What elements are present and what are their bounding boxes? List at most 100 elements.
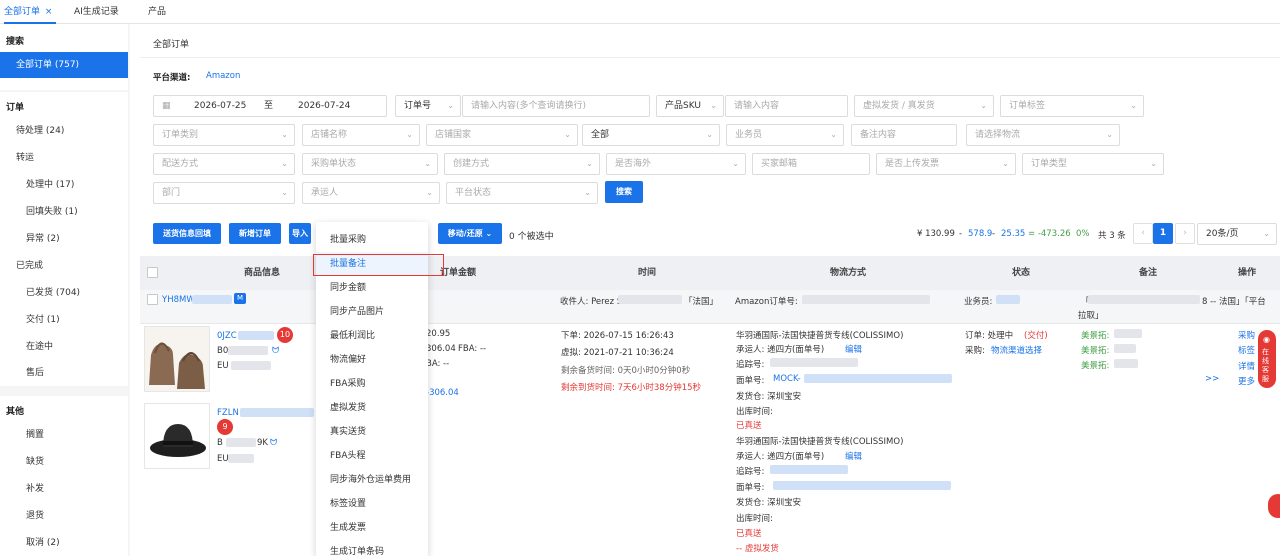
logistics-1-edit-link[interactable]: 编辑 xyxy=(845,343,862,355)
product-image-hat[interactable] xyxy=(144,403,210,469)
floating-help-icon[interactable] xyxy=(1268,494,1280,518)
menu-item-batch-purchase[interactable]: 批量采购 xyxy=(316,228,428,252)
overseas-select[interactable]: 是否海外 ⌄ xyxy=(606,153,746,175)
sidebar-item-pending[interactable]: 待处理 (24) xyxy=(0,118,128,144)
menu-item-min-profit[interactable]: 最低利润比 xyxy=(316,324,428,348)
purchase-status-select[interactable]: 采购单状态 ⌄ xyxy=(302,153,438,175)
op-purchase-link[interactable]: 采购 xyxy=(1238,329,1255,341)
sidebar-item-on-hold[interactable]: 搁置 xyxy=(0,422,128,448)
product-image-bag[interactable] xyxy=(144,326,210,392)
menu-item-generate-barcode[interactable]: 生成订单条码 xyxy=(316,540,428,556)
channel-amazon-link[interactable]: Amazon xyxy=(206,71,240,81)
salesperson-select[interactable]: 业务员 ⌄ xyxy=(726,124,844,146)
product-sku-select[interactable]: 产品SKU ⌄ xyxy=(656,95,724,117)
remark-input[interactable]: 备注内容 xyxy=(851,124,957,146)
delivery-method-select[interactable]: 配送方式 ⌄ xyxy=(153,153,295,175)
order-tag-select[interactable]: 订单标签 ⌄ xyxy=(1000,95,1144,117)
menu-item-generate-invoice[interactable]: 生成发票 xyxy=(316,516,428,540)
department-select[interactable]: 部门 ⌄ xyxy=(153,182,295,204)
menu-item-real-ship[interactable]: 真实送货 xyxy=(316,420,428,444)
sidebar-item-in-transit[interactable]: 在途中 xyxy=(0,334,128,360)
import-button[interactable]: 导入 xyxy=(289,223,311,244)
sidebar-item-reissue[interactable]: 补发 xyxy=(0,476,128,502)
sidebar-item-completed[interactable]: 已完成 xyxy=(0,253,128,279)
op-detail-link[interactable]: 详情 xyxy=(1238,360,1255,372)
logistics-channel-link[interactable]: 物流渠道选择 xyxy=(991,344,1042,356)
blurred-remark-2 xyxy=(1114,344,1136,353)
sync-ship-info-button[interactable]: 送货信息回填 xyxy=(153,223,221,244)
sidebar-item-returned[interactable]: 退货 xyxy=(0,503,128,529)
page-number-button[interactable]: 1 xyxy=(1153,223,1173,244)
carrier-select[interactable]: 承运人 ⌄ xyxy=(302,182,440,204)
ship-type-select[interactable]: 虚拟发货 / 真发货 ⌄ xyxy=(854,95,994,117)
sidebar-item-shipped[interactable]: 已发货 (704) xyxy=(0,280,128,306)
date-end: 2026-07-24 xyxy=(298,101,351,111)
sidebar-item-out-of-stock[interactable]: 缺货 xyxy=(0,449,128,475)
logistics-1-mock[interactable]: MOCK- xyxy=(773,374,801,384)
new-order-button[interactable]: 新增订单 xyxy=(229,223,281,244)
invoice-select[interactable]: 是否上传发票 ⌄ xyxy=(876,153,1016,175)
op-more-link[interactable]: 更多 xyxy=(1238,375,1255,387)
order-category-label: 订单类别 xyxy=(162,130,199,140)
tab-close-icon[interactable]: × xyxy=(45,7,53,17)
chevron-down-icon: ⌄ xyxy=(281,130,288,139)
menu-item-logistics-pref[interactable]: 物流偏好 xyxy=(316,348,428,372)
sidebar-item-cancelled[interactable]: 取消 (2) xyxy=(0,530,128,556)
blurred-item1-line3 xyxy=(231,361,271,370)
date-range-picker[interactable]: ▦ 2026-07-25 至 2026-07-24 xyxy=(153,95,387,117)
cart-icon[interactable]: ᗢ xyxy=(270,438,277,448)
menu-item-fba-purchase[interactable]: FBA采购 xyxy=(316,372,428,396)
prev-page-icon[interactable]: ‹ xyxy=(1133,223,1153,244)
tab-products[interactable]: 产品 xyxy=(148,0,166,24)
item2-sku-link[interactable]: FZLN xyxy=(217,408,239,418)
platform-status-select[interactable]: 平台状态 ⌄ xyxy=(446,182,598,204)
item1-sku-link[interactable]: 0JZC xyxy=(217,331,237,341)
order-no-select[interactable]: 订单号 ⌄ xyxy=(395,95,461,117)
order-search-input[interactable]: 请输入内容(多个查询请换行) xyxy=(462,95,650,117)
store-name-select[interactable]: 店铺名称 ⌄ xyxy=(302,124,420,146)
sidebar-item-delivered[interactable]: 交付 (1) xyxy=(0,307,128,333)
sidebar-item-writeback-fail[interactable]: 回填失败 (1) xyxy=(0,199,128,225)
next-page-icon[interactable]: › xyxy=(1175,223,1195,244)
cart-icon[interactable]: ᗢ xyxy=(272,346,279,356)
col-logistics: 物流方式 xyxy=(830,268,867,278)
tab-all-orders[interactable]: 全部订单 × xyxy=(4,0,56,24)
summary-sep: - xyxy=(959,229,963,239)
menu-item-virtual-ship[interactable]: 虚拟发货 xyxy=(316,396,428,420)
order-category-select[interactable]: 订单类别 ⌄ xyxy=(153,124,295,146)
blurred-facesheet xyxy=(804,374,952,383)
item1-asin: B0 xyxy=(217,346,229,356)
sidebar-item-after-sale[interactable]: 售后 xyxy=(0,360,128,386)
chevron-down-icon: ⌄ xyxy=(1150,159,1157,168)
all-select[interactable]: 全部 ⌄ xyxy=(582,124,720,146)
amount-link[interactable]: -306.04 xyxy=(426,388,459,398)
menu-item-sync-images[interactable]: 同步产品图片 xyxy=(316,300,428,324)
sidebar-item-exception[interactable]: 异常 (2) xyxy=(0,226,128,252)
sidebar-item-processing[interactable]: 处理中 (17) xyxy=(0,172,128,198)
order-type-select[interactable]: 订单类型 ⌄ xyxy=(1022,153,1164,175)
order-checkbox[interactable] xyxy=(147,294,158,305)
search-button[interactable]: 搜索 xyxy=(605,181,643,203)
remark-more-link[interactable]: >> xyxy=(1205,374,1219,384)
online-service-button[interactable]: ◉ 在线客服 xyxy=(1258,330,1276,388)
menu-item-label-settings[interactable]: 标签设置 xyxy=(316,492,428,516)
blurred-sku-2 xyxy=(240,408,314,417)
sidebar-item-all-orders[interactable]: 全部订单 (757) xyxy=(0,52,128,78)
logistics-2-edit-link[interactable]: 编辑 xyxy=(845,450,862,462)
menu-item-sync-amount[interactable]: 同步金额 xyxy=(316,276,428,300)
carrier-label: 承运人 xyxy=(311,188,339,198)
logistics-select[interactable]: 请选择物流 ⌄ xyxy=(966,124,1120,146)
tab-ai-records[interactable]: AI生成记录 xyxy=(74,0,119,24)
create-method-select[interactable]: 创建方式 ⌄ xyxy=(444,153,600,175)
store-country-select[interactable]: 店铺国家 ⌄ xyxy=(426,124,578,146)
op-label-link[interactable]: 标签 xyxy=(1238,344,1255,356)
select-all-checkbox[interactable] xyxy=(147,267,158,278)
move-restore-button[interactable]: 移动/还原 ⌄ xyxy=(438,223,502,244)
menu-item-sync-overseas-fee[interactable]: 同步海外仓运单费用 xyxy=(316,468,428,492)
sidebar-item-transit[interactable]: 转运 xyxy=(0,145,128,171)
per-page-select[interactable]: 20条/页 ⌄ xyxy=(1197,223,1277,245)
buyer-email-input[interactable]: 买家邮箱 xyxy=(752,153,870,175)
order-id-link[interactable]: YH8MW xyxy=(162,295,195,305)
sku-input[interactable]: 请输入内容 xyxy=(725,95,848,117)
menu-item-fba-firstleg[interactable]: FBA头程 xyxy=(316,444,428,468)
